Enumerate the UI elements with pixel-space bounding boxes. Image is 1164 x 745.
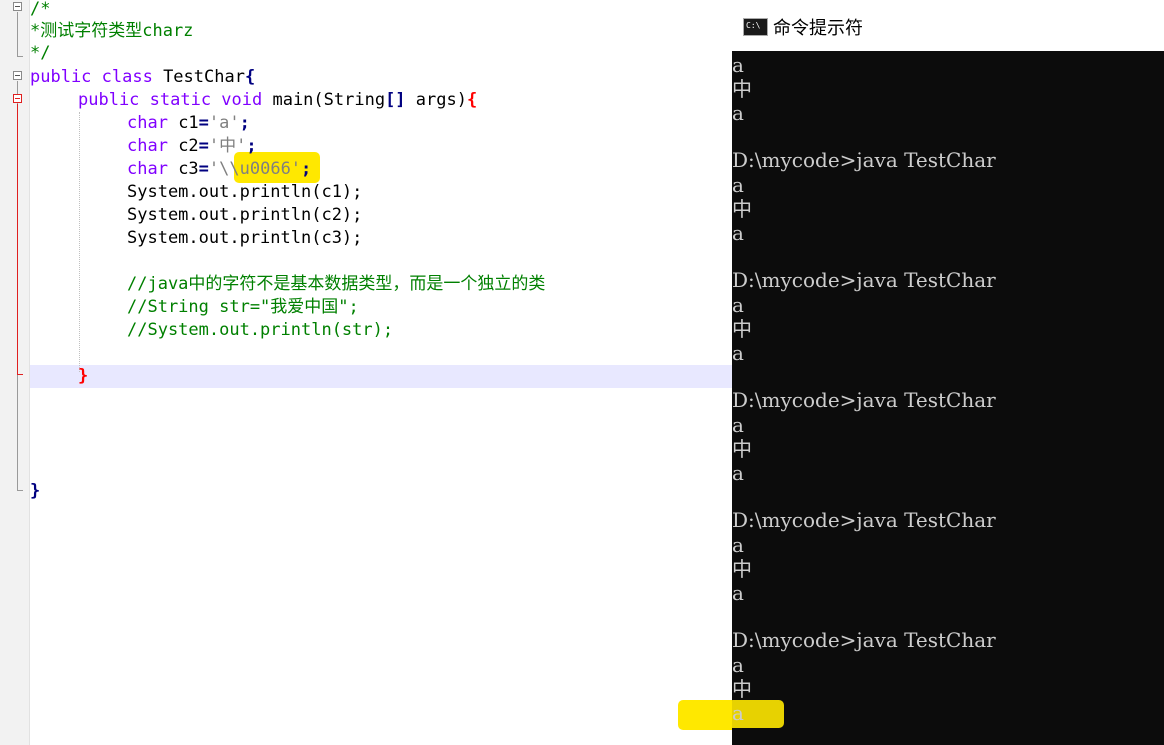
indent-guide [79, 112, 80, 372]
code-line-class-close: } [30, 481, 41, 501]
window-title: 命令提示符 [773, 18, 863, 39]
code-line-2: *测试字符类型charz [30, 21, 194, 41]
output-line-a: a [732, 533, 744, 557]
code-line-c3: char c3='\\u0066'; [127, 159, 312, 179]
fold-toggle-main[interactable] [13, 94, 22, 103]
code-line-c2: char c2='中'; [127, 136, 257, 156]
code-line-main-decl: public static void main(String[] args){ [78, 90, 478, 110]
output-line-a: a [732, 413, 744, 437]
output-line-a: a [732, 101, 744, 125]
output-line-a: a [732, 221, 744, 245]
fold-end-active [17, 374, 23, 375]
output-line-zh: 中 [732, 317, 752, 341]
output-line-zh: 中 [732, 557, 752, 581]
highlight-mark [678, 700, 732, 730]
fold-end [17, 56, 23, 57]
output-line-a: a [732, 581, 744, 605]
code-line-c1: char c1='a'; [127, 113, 250, 133]
output-line-zh: 中 [732, 677, 752, 701]
code-line-println-c1: System.out.println(c1); [127, 182, 363, 202]
code-line-class-decl: public class TestChar{ [30, 67, 256, 87]
fold-line-active [17, 104, 18, 374]
code-line-comment-2: //String str="我爱中国"; [127, 297, 359, 317]
output-line-zh: 中 [732, 437, 752, 461]
editor-gutter [0, 0, 30, 745]
code-editor[interactable]: /* *测试字符类型charz */ public class TestChar… [0, 0, 732, 745]
command-prompt-window[interactable]: C:\ 命令提示符 a 中 a D:\mycode>java TestChar a 中 a D… [732, 0, 1164, 745]
output-line-a: a [732, 173, 744, 197]
code-line-println-c2: System.out.println(c2); [127, 205, 363, 225]
code-line-3: */ [30, 43, 51, 63]
fold-toggle-comment[interactable] [13, 2, 22, 11]
output-line-a: a [732, 53, 744, 77]
output-line-zh: 中 [732, 197, 752, 221]
cmd-title-bar[interactable]: C:\ 命令提示符 [732, 0, 1164, 51]
output-line-a: a [732, 293, 744, 317]
output-line-a: a [732, 461, 744, 485]
output-line-a: a [732, 701, 744, 725]
code-line-comment-1: //java中的字符不是基本数据类型，而是一个独立的类 [127, 274, 546, 294]
terminal-icon: C:\ [743, 18, 768, 36]
code-line-comment-3: //System.out.println(str); [127, 320, 394, 340]
code-line-1: /* [30, 0, 51, 19]
prompt-line: D:\mycode>java TestChar [732, 508, 996, 532]
prompt-line: D:\mycode>java TestChar [732, 148, 996, 172]
prompt-line: D:\mycode>java TestChar [732, 388, 996, 412]
fold-end [17, 490, 23, 491]
output-line-zh: 中 [732, 77, 752, 101]
code-line-println-c3: System.out.println(c3); [127, 228, 363, 248]
prompt-line: D:\mycode>java TestChar [732, 628, 996, 652]
prompt-line: D:\mycode>java TestChar [732, 268, 996, 292]
output-line-a: a [732, 341, 744, 365]
current-line-highlight [30, 365, 732, 388]
fold-toggle-class[interactable] [13, 71, 22, 80]
output-line-a: a [732, 653, 744, 677]
code-line-method-close: } [78, 366, 89, 386]
fold-line [17, 12, 18, 56]
